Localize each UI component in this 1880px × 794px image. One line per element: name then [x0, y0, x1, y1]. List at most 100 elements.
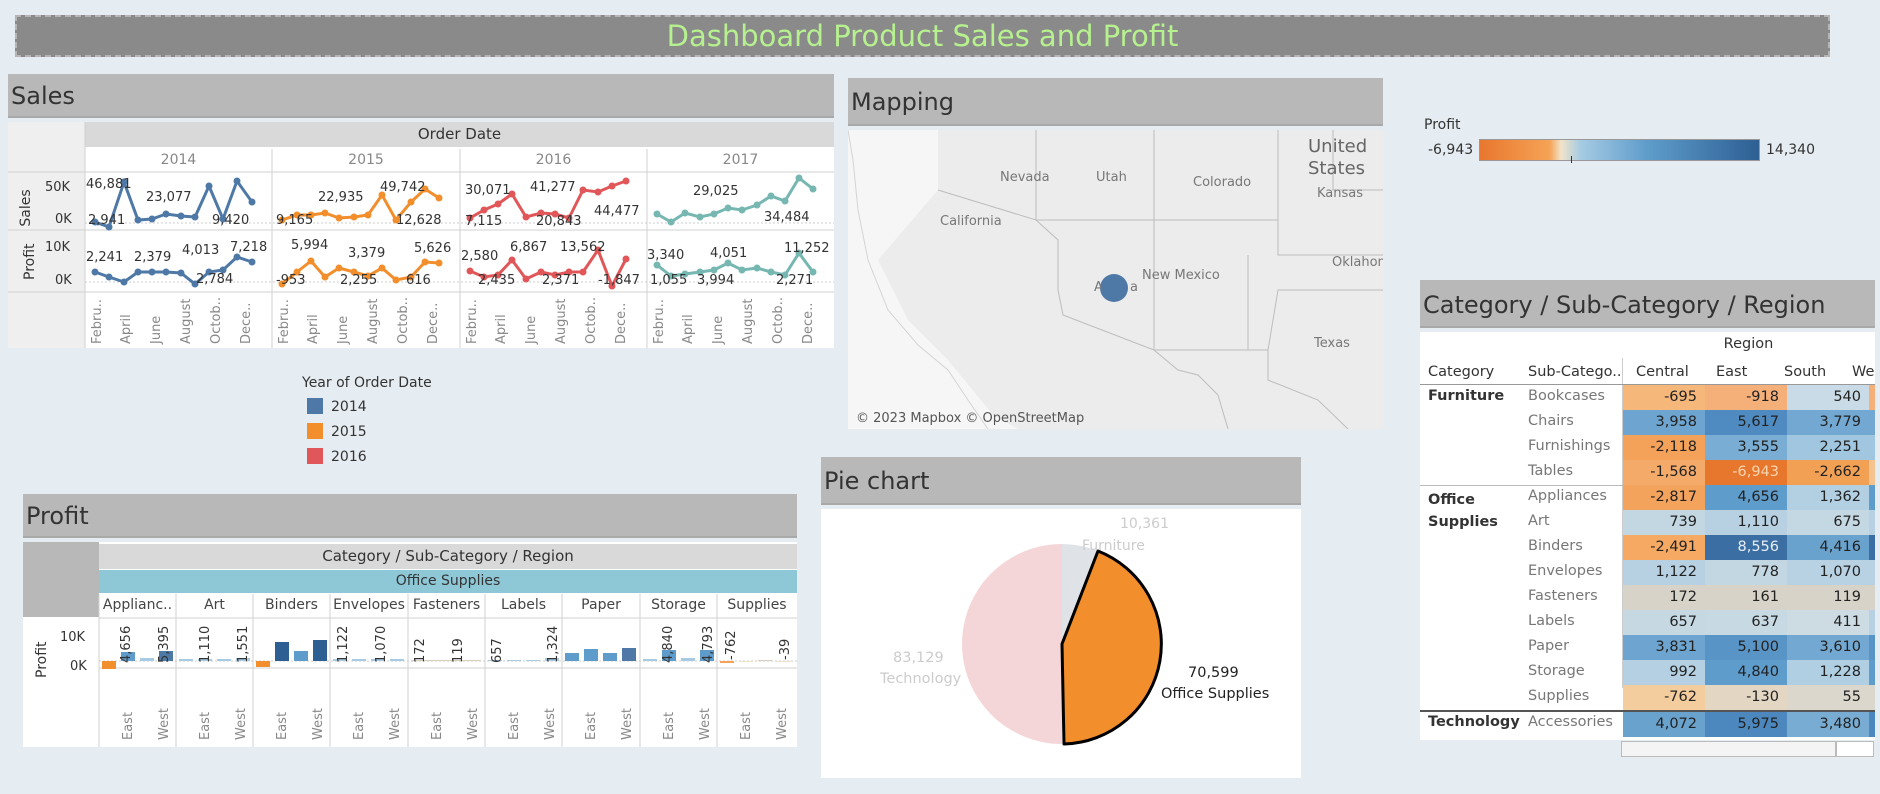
region-label: West [620, 708, 635, 740]
bar-label: 172 [413, 638, 428, 663]
heatmap-region-header: Region [1723, 336, 1774, 352]
heatmap-cell: 4,840 [1705, 660, 1787, 685]
profit-legend-min: -6,943 [1428, 142, 1474, 158]
bar-label: -39 [778, 638, 793, 660]
profit-annotation: 616 [406, 273, 431, 288]
profit-category: Office Supplies [99, 570, 797, 593]
sales-annotation: 9,420 [212, 213, 250, 228]
heatmap-cell: 5,975 [1705, 712, 1787, 737]
sales-annotation: 23,077 [146, 190, 192, 205]
bar-label: 1,070 [374, 625, 389, 663]
map-label: Kansas [1317, 186, 1364, 201]
sales-annotation: 2,941 [88, 213, 126, 228]
month-label: April [119, 314, 134, 344]
profit-bar [622, 648, 636, 661]
heatmap-cell: 675 [1787, 510, 1869, 535]
heatmap-subcat: Binders [1528, 538, 1583, 554]
heatmap-cell: 3,555 [1705, 435, 1787, 460]
heatmap-subcat: Bookcases [1528, 388, 1605, 404]
heatmap-cell: 1,362 [1787, 485, 1869, 510]
profit-annotation: 2,371 [542, 273, 580, 288]
heatmap-cell: -695 [1623, 385, 1705, 410]
profit-color-scale [1479, 139, 1760, 161]
legend-item-2014[interactable]: 2014 [307, 398, 367, 415]
sales-panel-header: Sales [8, 74, 834, 118]
profit-annotation: 2,435 [478, 273, 516, 288]
heatmap-cell: 1,070 [1787, 560, 1869, 585]
heatmap-panel: Region Category Sub-Catego.. Central Eas… [1420, 332, 1875, 740]
heatmap-cell: 119 [1787, 585, 1869, 610]
month-label: Febru.. [465, 299, 480, 344]
bar-label: 1,110 [198, 625, 213, 663]
heatmap-title: Category / Sub-Category / Region [1423, 291, 1826, 319]
profit-annotation: 2,241 [86, 250, 124, 265]
subcat-header: Applianc.. [102, 597, 173, 613]
month-label: June [149, 315, 164, 344]
heatmap-subcat: Fasteners [1528, 588, 1598, 604]
map-view[interactable]: Nevada Utah Colorado California Kansas O… [848, 130, 1383, 429]
profit-panel-header: Profit [23, 494, 797, 538]
heatmap-scrollbar[interactable] [1621, 741, 1836, 757]
subcat-header: Labels [500, 597, 547, 613]
sales-annotation: 22,935 [318, 190, 364, 205]
profit-region-axis: East West East West East West East West … [99, 700, 797, 746]
month-label: August [741, 298, 756, 345]
sales-annotation: 46,881 [86, 177, 132, 192]
pie-label-office: Office Supplies [1161, 686, 1270, 702]
heatmap-cell: -2,817 [1623, 485, 1705, 510]
heatmap-col-header: East [1716, 364, 1748, 380]
profit-annotation: 2,255 [340, 273, 378, 288]
pie-panel-header: Pie chart [821, 457, 1301, 505]
heatmap-cell: -918 [1705, 385, 1787, 410]
profit-bar [390, 659, 404, 661]
subcat-header: Storage [651, 597, 706, 613]
heatmap-cell: -6,943 [1705, 460, 1787, 485]
month-label: June [524, 315, 539, 344]
month-label: August [554, 298, 569, 345]
map-label: Utah [1096, 170, 1127, 185]
region-label: East [275, 711, 290, 740]
heatmap-cell: 1,228 [1787, 660, 1869, 685]
year-legend-title: Year of Order Date [302, 375, 432, 391]
sales-annotation: 49,742 [380, 180, 426, 195]
pie-title: Pie chart [824, 467, 930, 495]
heatmap-cell: -2,118 [1623, 435, 1705, 460]
heatmap-cell-partial [1869, 560, 1875, 585]
bar-label: 4,840 [661, 625, 676, 663]
profit-bar [565, 653, 579, 661]
month-label: Febru.. [90, 299, 105, 344]
legend-item-2015[interactable]: 2015 [307, 423, 367, 440]
subcat-header: Binders [265, 597, 318, 613]
region-label: West [698, 708, 713, 740]
profit-header: Category / Sub-Category / Region [99, 544, 797, 569]
profit-annotation: 13,562 [560, 240, 606, 255]
profit-bar [179, 659, 193, 661]
heatmap-subcat: Storage [1528, 663, 1585, 679]
profit-legend-max: 14,340 [1766, 142, 1815, 158]
map-label: a [1130, 280, 1138, 295]
heatmap-subcat: Chairs [1528, 413, 1574, 429]
profit-tick: 0K [70, 659, 87, 674]
heatmap-col-header: We [1852, 364, 1875, 380]
heatmap-cell: 55 [1787, 685, 1869, 710]
region-label: East [584, 711, 599, 740]
map-label: Oklahom [1332, 255, 1383, 270]
map-country-label: United States [1308, 136, 1368, 179]
profit-scale-zero-tick [1571, 156, 1572, 163]
month-label: April [681, 314, 696, 344]
bar-label: 4,793 [701, 625, 716, 663]
month-label: Octob.. [584, 297, 599, 344]
month-label: June [711, 315, 726, 344]
profit-bar [777, 661, 791, 662]
heatmap-cell: 161 [1705, 585, 1787, 610]
bar-label: 119 [451, 638, 466, 663]
legend-item-2016[interactable]: 2016 [307, 448, 367, 465]
profit-bar [217, 659, 231, 661]
profit-bar [294, 651, 308, 661]
profit-bar [313, 640, 327, 661]
heatmap-category: Technology [1428, 714, 1520, 730]
bar-label: 1,324 [546, 625, 561, 663]
profit-annotation: 4,013 [182, 243, 220, 258]
heatmap-cell-partial [1869, 460, 1875, 485]
bar-label: 4,656 [119, 625, 134, 663]
